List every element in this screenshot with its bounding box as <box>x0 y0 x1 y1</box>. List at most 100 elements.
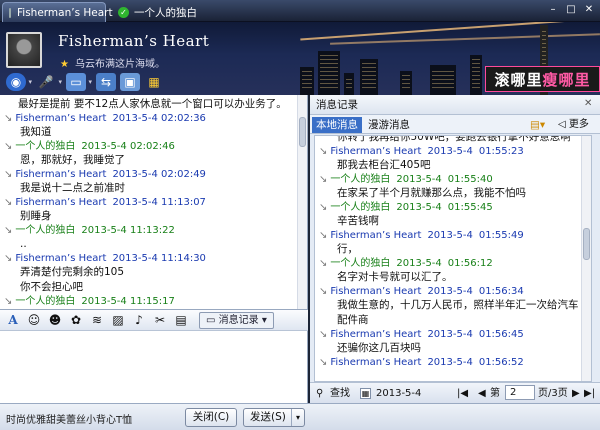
close-button[interactable]: 关闭(C) <box>185 408 237 427</box>
emoji-icon[interactable]: ☺ <box>25 312 43 328</box>
music-icon[interactable]: ♪ <box>130 312 148 328</box>
message-history-button[interactable]: ▭ 消息记录 ▾ <box>199 311 274 329</box>
history-tabs: 本地消息 漫游消息 ▤▾ ◁ 更多 <box>310 115 600 134</box>
history-more-button[interactable]: ◁ 更多 <box>554 117 593 133</box>
message-direction-icon: ↘ <box>4 141 13 152</box>
history-button-label: 消息记录 <box>218 314 259 326</box>
message-date: 2013-5-4 <box>427 357 473 368</box>
voice-call-icon[interactable]: 🎤 ▾ <box>36 73 62 91</box>
message-sender: 一个人的独白 <box>15 296 76 307</box>
contact-avatar[interactable] <box>6 32 42 68</box>
history-message: ↘ 一个人的独白 2013-5-4 01:55:40 在家呆了半个月就赚那么点，我能不怕… <box>315 173 579 200</box>
maximize-icon[interactable]: □ <box>564 3 578 17</box>
message-time: 01:55:45 <box>447 202 493 213</box>
message-sender: 一个人的独白 <box>15 225 76 236</box>
message-header: ↘ 一个人的独白 2013-5-4 02:02:46 <box>4 140 296 153</box>
history-message: 你转了我再给你50W吧，要跑去银行拿不好意思啊 <box>315 135 579 144</box>
page-prefix: 第 <box>490 388 500 399</box>
animated-emoji-icon[interactable]: ☻ <box>46 312 64 328</box>
history-title: 消息记录 <box>310 95 600 115</box>
chat-scrollbar[interactable] <box>297 95 307 309</box>
file-transfer-icon[interactable]: ▭ ▾ <box>66 73 92 91</box>
history-message: ↘ Fisherman’s Heart 2013-5-4 01:56:34 我做生意的，… <box>315 285 579 327</box>
history-scrollbar[interactable] <box>581 136 591 381</box>
calendar-icon[interactable]: ▦ <box>360 388 371 399</box>
shake-window-icon[interactable]: ≋ <box>88 312 106 328</box>
history-message-list[interactable]: 你转了我再给你50W吧，要跑去银行拿不好意思啊 ↘ Fisherman’s Hear… <box>314 135 592 382</box>
message-body: 行， <box>337 243 358 255</box>
skyline-decoration <box>344 73 354 95</box>
first-page-icon[interactable]: |◀ <box>457 387 468 400</box>
message-body: 辛苦钱啊 <box>337 215 379 227</box>
message-sender: Fisherman’s Heart <box>330 286 422 297</box>
message-body: 你转了我再给你50W吧，要跑去银行拿不好意思啊 <box>337 135 571 143</box>
prev-page-icon[interactable]: ◀ <box>478 387 486 400</box>
font-icon[interactable]: A <box>4 312 22 328</box>
search-icon[interactable]: ⚲ <box>316 387 323 400</box>
close-history-icon[interactable]: ✕ <box>584 98 592 109</box>
ad-banner[interactable]: 滚哪里 瘦哪里 <box>485 66 600 92</box>
video-call-icon[interactable]: ◉ ▾ <box>6 73 32 91</box>
close-window-icon[interactable]: ✕ <box>582 3 596 17</box>
send-image-icon[interactable]: ▨ <box>109 312 127 328</box>
gift-icon[interactable]: ▤ <box>172 312 190 328</box>
message-sender: Fisherman’s Heart <box>15 197 107 208</box>
message-direction-icon: ↘ <box>319 357 328 368</box>
message-time: 2013-5-4 11:15:17 <box>81 296 175 307</box>
tab-local-messages[interactable]: 本地消息 <box>312 117 362 133</box>
minimize-icon[interactable]: – <box>546 3 560 17</box>
skyline-decoration <box>360 59 378 95</box>
apps-grid-icon[interactable]: ▦ <box>144 73 164 91</box>
message-input[interactable] <box>0 331 308 403</box>
history-filter-icon[interactable]: ▤▾ <box>526 117 549 133</box>
screen-share-icon[interactable]: ▣ <box>120 73 140 91</box>
message-direction-icon: ↘ <box>4 113 13 124</box>
send-button[interactable]: 发送(S) ▾ <box>243 408 305 427</box>
message-header: ↘ Fisherman’s Heart 2013-5-4 11:13:07 <box>4 196 296 209</box>
message-header: ↘ 一个人的独白 2013-5-4 11:15:17 <box>4 295 296 308</box>
tab-lonely-monologue[interactable]: ✓ 一个人的独白 <box>112 2 242 22</box>
tab-fishermans-heart[interactable]: Fisherman’s Heart <box>2 2 113 22</box>
message-sender: Fisherman’s Heart <box>330 329 422 340</box>
message-sender: Fisherman’s Heart <box>15 113 107 124</box>
contact-signature: ★ 乌云布满这片海域。 <box>60 55 165 70</box>
message-sender: Fisherman’s Heart <box>330 230 422 241</box>
star-icon: ★ <box>60 59 69 70</box>
last-page-icon[interactable]: ▶| <box>584 387 595 400</box>
message-time: 2013-5-4 11:13:07 <box>112 197 206 208</box>
message-body: 配件商 <box>337 314 369 326</box>
magic-emoticon-icon[interactable]: ✿ <box>67 312 85 328</box>
tab-roaming-messages[interactable]: 漫游消息 <box>364 117 414 133</box>
partial-message-line: 最好是提前 要不12点人家休息就一个窗口可以办业务了。 <box>18 98 287 110</box>
message-direction-icon: ↘ <box>319 329 328 340</box>
chat-scrollbar-thumb[interactable] <box>299 117 306 147</box>
message-time: 01:55:23 <box>478 146 524 157</box>
banner-text-a: 滚哪里 <box>494 70 543 89</box>
search-button[interactable]: 查找 <box>330 387 350 400</box>
send-options-icon[interactable]: ▾ <box>291 409 304 426</box>
next-page-icon[interactable]: ▶ <box>572 387 580 400</box>
message-body: 别睡身 <box>20 210 52 222</box>
ad-link[interactable]: 时尚优雅甜美蕾丝小背心T恤 <box>6 411 132 426</box>
remote-assist-icon[interactable]: ⇆ <box>96 73 116 91</box>
history-scrollbar-thumb[interactable] <box>583 228 590 260</box>
chat-message: ↘ 一个人的独白 2013-5-4 02:02:46 恩，那就好，我睡觉了 <box>0 140 296 167</box>
message-header: ↘ 一个人的独白 2013-5-4 11:13:22 <box>4 224 296 237</box>
message-direction-icon: ↘ <box>319 258 328 269</box>
message-header: ↘ Fisherman’s Heart 2013-5-4 01:55:49 <box>319 229 579 242</box>
message-header: ↘ 一个人的独白 2013-5-4 01:55:40 <box>319 173 579 186</box>
conversation-tab-strip: Fisherman’s Heart ✓ 一个人的独白 – □ ✕ <box>0 0 600 22</box>
page-number-input[interactable]: 2 <box>505 385 535 400</box>
message-body: 你不会担心吧 <box>20 281 83 293</box>
message-body: 恩，那就好，我睡觉了 <box>20 154 125 166</box>
history-message-rows: 你转了我再给你50W吧，要跑去银行拿不好意思啊 ↘ Fisherman’s Hear… <box>315 135 579 369</box>
screenshot-icon[interactable]: ✂ <box>151 312 169 328</box>
message-sender: Fisherman’s Heart <box>330 146 422 157</box>
history-date[interactable]: 2013-5-4 <box>376 387 421 400</box>
message-time: 01:56:52 <box>478 357 524 368</box>
skyline-decoration <box>470 55 482 95</box>
speaker-icon: ◁ <box>558 119 569 130</box>
history-message: ↘ Fisherman’s Heart 2013-5-4 01:56:45 还骗你这几百… <box>315 328 579 355</box>
chat-message-area[interactable]: 最好是提前 要不12点人家休息就一个窗口可以办业务了。 ↘ Fisherman’s… <box>0 95 308 309</box>
message-header: ↘ Fisherman’s Heart 2013-5-4 01:55:23 <box>319 145 579 158</box>
